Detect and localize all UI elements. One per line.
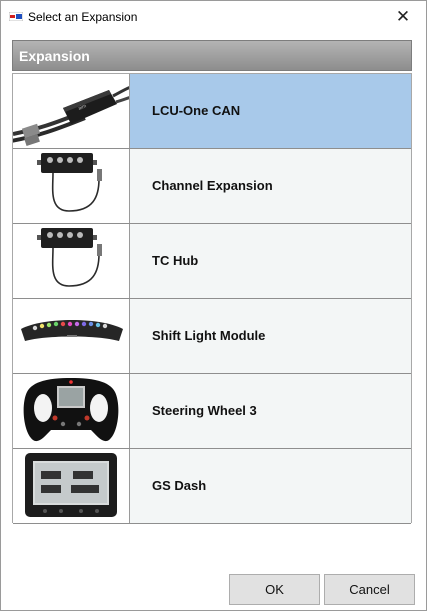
tc-hub-icon <box>13 224 130 298</box>
shift-light-module-icon <box>13 299 130 373</box>
window-title: Select an Expansion <box>28 10 138 24</box>
ok-button[interactable]: OK <box>229 574 320 605</box>
expansion-item-channel-expansion[interactable]: Channel Expansion <box>13 149 411 224</box>
title-bar: Select an Expansion ✕ <box>1 1 426 31</box>
expansion-item-lcu-one-can[interactable]: aim LCU-One CAN <box>13 74 411 149</box>
expansion-label: Steering Wheel 3 <box>152 403 257 418</box>
steering-wheel-icon <box>13 374 130 448</box>
select-expansion-dialog: Select an Expansion ✕ Expansion aim LCU-… <box>0 0 427 611</box>
section-header-label: Expansion <box>19 48 90 64</box>
channel-expansion-icon <box>13 149 130 223</box>
close-button[interactable]: ✕ <box>386 4 420 30</box>
expansion-label: LCU-One CAN <box>152 103 241 118</box>
lcu-one-can-icon: aim <box>13 74 130 148</box>
expansion-item-shift-light-module[interactable]: Shift Light Module <box>13 299 411 374</box>
section-header: Expansion <box>12 40 412 71</box>
cancel-button[interactable]: Cancel <box>324 574 415 605</box>
expansion-label: Shift Light Module <box>152 328 266 343</box>
expansion-list: aim LCU-One CAN Channel Expansion TC Hub… <box>12 73 412 524</box>
expansion-label: Channel Expansion <box>152 178 273 193</box>
gs-dash-icon <box>13 449 130 523</box>
expansion-label: GS Dash <box>152 478 207 493</box>
expansion-item-tc-hub[interactable]: TC Hub <box>13 224 411 299</box>
close-icon: ✕ <box>395 7 411 26</box>
expansion-item-steering-wheel-3[interactable]: Steering Wheel 3 <box>13 374 411 449</box>
expansion-item-gs-dash[interactable]: GS Dash <box>13 449 411 524</box>
expansion-label: TC Hub <box>152 253 199 268</box>
app-icon <box>9 12 23 21</box>
